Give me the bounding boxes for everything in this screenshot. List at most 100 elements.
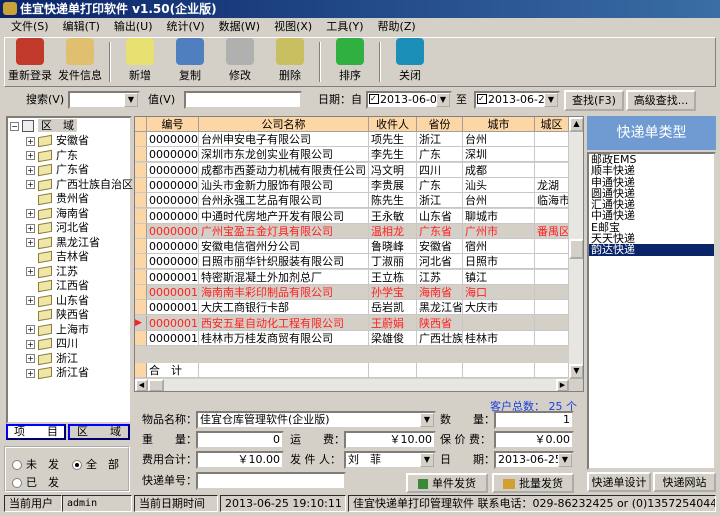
value-input[interactable] (184, 91, 302, 109)
express-type-item[interactable]: 韵达快递 (589, 244, 714, 256)
date-picker[interactable]: 2013-06-25 ▼ (494, 451, 574, 469)
toolbar-button-4[interactable]: 修改 (215, 38, 265, 86)
scroll-right-icon[interactable]: ▶ (556, 379, 569, 391)
table-row[interactable]: 00000014桂林市万桂发商贸有限公司梁雄俊广西壮族桂林市 (135, 330, 569, 346)
expand-icon[interactable]: + (26, 136, 35, 146)
tab-regions[interactable]: 区 域 (68, 424, 130, 440)
chevron-down-icon[interactable]: ▼ (124, 93, 138, 107)
tree-item[interactable]: + 黑龙江省 (26, 235, 100, 250)
design-button[interactable]: 快递单设计 (587, 472, 651, 492)
toolbar-button-7[interactable]: 关闭 (385, 38, 435, 86)
table-row[interactable]: ▶00000013西安五星自动化工程有限公司王蔚娟陕西省 (135, 315, 569, 331)
row-indicator[interactable] (135, 147, 147, 163)
menu-item[interactable]: 文件(S) (4, 18, 56, 36)
table-row[interactable]: 00000002深圳市东龙创实业有限公司李先生广东深圳 (135, 147, 569, 163)
column-header[interactable]: 公司名称 (199, 117, 369, 132)
scroll-thumb[interactable] (569, 239, 583, 259)
chevron-down-icon[interactable]: ▼ (436, 93, 450, 107)
tree-item[interactable]: + 广东省 (26, 162, 89, 177)
find-button[interactable]: 查找(F3) (564, 90, 624, 111)
radio-sent[interactable]: 已 发 (12, 474, 59, 490)
expand-icon[interactable]: + (26, 151, 35, 160)
sender-select[interactable]: 刘 菲 ▼ (344, 451, 436, 469)
table-row[interactable]: 00000011海南南丰彩印制品有限公司孙学宝海南省海口 (135, 285, 569, 300)
tree-item[interactable]: + 山东省 (26, 293, 89, 308)
row-indicator[interactable] (135, 330, 147, 346)
row-indicator[interactable] (135, 239, 147, 255)
expand-icon[interactable]: + (26, 296, 35, 305)
tree-item[interactable]: 吉林省 (26, 249, 89, 264)
table-row[interactable]: 00000012大庆工商银行卡部岳岩凯黑龙江省大庆市 (135, 300, 569, 316)
expand-icon[interactable]: + (26, 325, 35, 334)
table-row[interactable]: 00000006中通时代房地产开发有限公司王永敏山东省聊城市 (135, 208, 569, 224)
menu-item[interactable]: 编辑(T) (56, 18, 107, 36)
expand-icon[interactable]: + (26, 223, 35, 233)
checkbox-icon[interactable]: ✓ (369, 94, 379, 104)
row-indicator[interactable]: ▶ (135, 315, 147, 331)
menu-item[interactable]: 视图(X) (267, 18, 319, 36)
insurance-input[interactable]: ￥0.00 (494, 431, 574, 449)
expand-icon[interactable]: + (26, 209, 35, 218)
tree-item[interactable]: + 广西壮族自治区 (26, 177, 133, 192)
row-indicator[interactable] (135, 193, 147, 209)
tree-item[interactable]: 江西省 (26, 278, 89, 293)
tree-item[interactable]: + 浙江省 (26, 365, 89, 380)
table-row[interactable]: 00000008安徽电信宿州分公司鲁晓峰安徽省宿州 (135, 239, 569, 255)
tree-root[interactable]: − 区 域 (10, 118, 77, 133)
row-indicator[interactable] (135, 132, 147, 147)
expand-icon[interactable]: + (26, 354, 35, 363)
scroll-down-icon[interactable]: ▼ (569, 364, 583, 379)
menu-item[interactable]: 帮助(Z) (371, 18, 423, 36)
search-field-select[interactable]: ▼ (68, 91, 140, 109)
menu-item[interactable]: 工具(Y) (319, 18, 370, 36)
table-row[interactable]: 00000004汕头市金新力服饰有限公司李贵展广东汕头龙湖 (135, 177, 569, 193)
hscroll-thumb[interactable] (148, 379, 164, 391)
expand-icon[interactable]: + (26, 267, 35, 276)
date-from-picker[interactable]: ✓ 2013-06-01 ▼ (366, 91, 452, 109)
item-name-select[interactable]: 佳宜仓库管理软件(企业版) ▼ (196, 411, 436, 429)
tracking-no-input[interactable] (196, 472, 346, 490)
column-header[interactable]: 省份 (417, 117, 463, 132)
column-header[interactable]: 城区 (535, 117, 569, 132)
tree-item[interactable]: + 浙江 (26, 351, 78, 366)
radio-unsent[interactable]: 未 发 (12, 456, 59, 472)
tree-leaf-connector[interactable] (26, 282, 35, 291)
table-row[interactable]: 00000009日照市丽华针织服装有限公司丁淑丽河北省日照市 (135, 254, 569, 270)
tree-item[interactable]: + 海南省 (26, 206, 89, 221)
chevron-down-icon[interactable]: ▼ (420, 453, 434, 467)
toolbar-button-3[interactable]: 复制 (165, 38, 215, 86)
row-indicator[interactable] (135, 223, 147, 239)
expand-icon[interactable]: + (26, 165, 35, 175)
tree-item[interactable]: + 江苏 (26, 264, 78, 279)
column-header[interactable]: 城市 (463, 117, 535, 132)
tree-item[interactable]: + 上海市 (26, 322, 89, 337)
table-row[interactable]: 00000003成都市西菱动力机械有限责任公司冯文明四川成都 (135, 162, 569, 178)
vertical-scrollbar[interactable]: ▲ ▼ (569, 117, 583, 379)
advanced-find-button[interactable]: 高级查找... (626, 90, 696, 111)
tree-item[interactable]: + 河北省 (26, 220, 89, 235)
region-tree[interactable]: − 区 域 + 安徽省 + 广东 + 广东省 + 广西壮族自治区 贵州省 + 海南省 + 河北省 + 黑龙江省… (6, 116, 133, 424)
radio-all[interactable]: 全 部 (72, 456, 119, 472)
customer-grid[interactable]: ▲ ▼ ◀ ▶ 编号公司名称收件人省份城市城区00000001台州申安电子有限公… (134, 116, 584, 392)
toolbar-button-6[interactable]: 排序 (325, 38, 375, 86)
tree-leaf-connector[interactable] (26, 195, 35, 204)
tree-leaf-connector[interactable] (26, 253, 35, 262)
toolbar-button-0[interactable]: 重新登录 (5, 38, 55, 86)
express-type-item[interactable]: 顺丰快递 (589, 165, 714, 176)
row-indicator[interactable] (135, 177, 147, 193)
row-indicator[interactable] (135, 208, 147, 224)
menu-item[interactable]: 输出(U) (107, 18, 160, 36)
menu-item[interactable]: 数据(W) (212, 18, 267, 36)
checkbox-icon[interactable]: ✓ (477, 94, 487, 104)
express-type-list[interactable]: 邮政EMS 顺丰快递 申通快递 圆通快递 汇通快递 中通快递 E邮宝 天天快递 韵达快递 (587, 152, 716, 470)
quantity-input[interactable]: 1 (494, 411, 574, 429)
scroll-left-icon[interactable]: ◀ (135, 379, 148, 391)
row-indicator[interactable] (135, 285, 147, 300)
chevron-down-icon[interactable]: ▼ (558, 453, 572, 467)
tree-item[interactable]: + 安徽省 (26, 133, 89, 148)
expand-icon[interactable]: + (26, 180, 35, 189)
table-row[interactable]: 00000001台州申安电子有限公司项先生浙江台州 (135, 132, 569, 147)
column-header[interactable]: 收件人 (369, 117, 417, 132)
expand-icon[interactable]: + (26, 368, 35, 378)
table-row[interactable]: 00000007广州宝盈五金灯具有限公司温相龙广东省广州市番禺区 (135, 223, 569, 239)
